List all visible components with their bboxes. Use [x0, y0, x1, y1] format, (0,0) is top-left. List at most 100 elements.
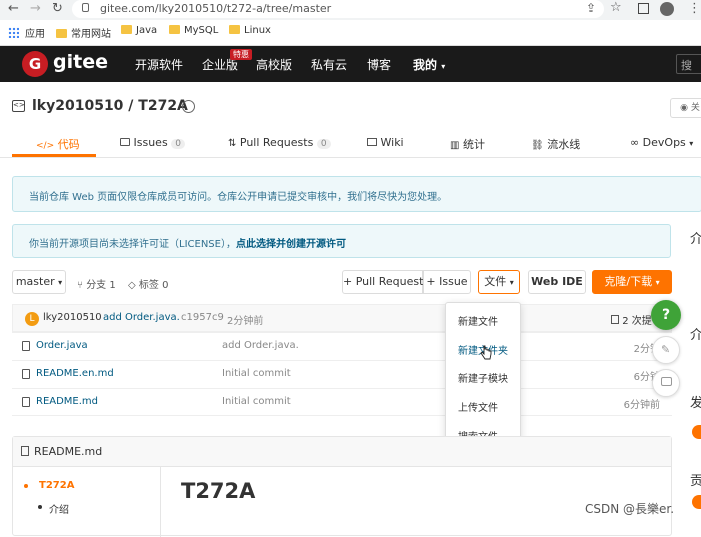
issue-label: + Issue	[426, 275, 468, 288]
table-row[interactable]: README.en.md Initial commit 6分钟	[12, 360, 672, 388]
menu-icon[interactable]: ⋮	[688, 1, 701, 16]
web-ide-label: Web IDE	[531, 275, 583, 288]
commit-time: 2分钟前	[227, 316, 264, 327]
sidebar-heading-fragment: 发	[690, 396, 701, 411]
nav-mine[interactable]: 我的 ▾	[413, 56, 445, 73]
tab-label: Pull Requests	[239, 136, 314, 149]
issue-button[interactable]: + Issue	[423, 270, 471, 294]
search-input[interactable]: 搜	[676, 54, 701, 74]
feedback-edit-button[interactable]: ✎	[652, 336, 680, 364]
tab-active-underline	[12, 154, 96, 157]
web-ide-button[interactable]: Web IDE	[528, 270, 586, 294]
eye-icon: ◉ 关	[680, 103, 700, 113]
commit-count[interactable]: 2 次提	[611, 312, 652, 327]
bookmark-java[interactable]: Java	[121, 25, 157, 36]
watermark-text: CSDN @長樂er.	[585, 502, 675, 516]
branches-link[interactable]: ⑂ 分支 1	[77, 276, 116, 291]
repo-title[interactable]: lky2010510 / T272A	[32, 98, 188, 114]
tab-issues[interactable]: Issues 0	[120, 136, 185, 149]
code-icon: </>	[36, 141, 55, 151]
sidebar-heading-fragment: 介	[690, 328, 701, 343]
share-icon[interactable]: ⇪	[586, 1, 596, 15]
tab-label: Issues	[133, 136, 168, 149]
tab-wiki[interactable]: Wiki	[367, 136, 404, 149]
tab-pipeline[interactable]: ⛓ 流水线	[531, 136, 580, 152]
clone-download-button[interactable]: 克隆/下载 ▾	[592, 270, 672, 294]
tag-icon: ◇	[128, 280, 136, 291]
nav-university[interactable]: 高校版	[256, 56, 292, 73]
nav-private-cloud[interactable]: 私有云	[311, 56, 347, 73]
file-name[interactable]: README.md	[36, 396, 98, 407]
commit-message[interactable]: add Order.java.	[103, 312, 180, 323]
nav-blog[interactable]: 博客	[367, 56, 391, 73]
tags-link[interactable]: ◇ 标签 0	[128, 276, 168, 291]
edit-icon: ✎	[661, 343, 671, 356]
nav-open-source[interactable]: 开源软件	[135, 56, 183, 73]
bookmark-mysql[interactable]: MySQL	[169, 25, 218, 36]
sidebar-dot-icon	[692, 495, 701, 509]
readme-file-icon	[21, 446, 29, 456]
watch-button[interactable]: ◉ 关	[670, 98, 701, 118]
bookmark-label: Linux	[244, 25, 271, 36]
profile-icon[interactable]	[660, 2, 674, 16]
menu-item-new-file[interactable]: 新建文件	[458, 313, 498, 328]
commit-author[interactable]: lky2010510	[43, 312, 102, 323]
tab-stats[interactable]: ▥ 统计	[450, 136, 485, 152]
branch-select[interactable]: master ▾	[12, 270, 66, 294]
tab-code[interactable]: </> 代码	[36, 136, 80, 152]
readme-header-title: README.md	[34, 445, 103, 458]
issues-icon	[120, 138, 130, 146]
lock-icon	[82, 3, 89, 12]
license-notice: 你当前开源项目尚未选择许可证（LICENSE），点此选择并创建开源许可	[12, 224, 671, 258]
promo-badge: 特惠	[230, 49, 252, 60]
tab-label: 统计	[462, 138, 485, 151]
table-row[interactable]: Order.java add Order.java. 2分钟	[12, 332, 672, 360]
gitee-logo-icon[interactable]: G	[22, 51, 48, 77]
bookmark-common-sites[interactable]: 常用网站	[56, 25, 111, 40]
file-icon	[22, 369, 30, 379]
files-dropdown-button[interactable]: 文件 ▾	[478, 270, 520, 294]
gitee-logo-text[interactable]: gitee	[53, 51, 108, 73]
tab-label: Wiki	[380, 136, 404, 149]
forward-icon[interactable]: →	[30, 1, 41, 16]
pull-request-button[interactable]: + Pull Request	[342, 270, 423, 294]
address-bar[interactable]: gitee.com/lky2010510/t272-a/tree/master	[72, 0, 604, 18]
bookmark-label: MySQL	[184, 25, 219, 36]
toc-item[interactable]: T272A	[39, 480, 74, 491]
file-commit-message[interactable]: Initial commit	[222, 368, 291, 379]
commit-count-label: 2 次提	[622, 316, 652, 327]
caret-down-icon: ▾	[689, 139, 694, 148]
file-name[interactable]: Order.java	[36, 340, 88, 351]
pipeline-icon: ⛓	[531, 140, 544, 151]
visibility-notice: 当前仓库 Web 页面仅限仓库成员可访问。仓库公开申请已提交审核中，我们将尽快为…	[12, 176, 701, 212]
avatar[interactable]: L	[25, 312, 39, 326]
tab-pull-requests[interactable]: ⇅ Pull Requests 0	[228, 136, 331, 149]
star-icon[interactable]: ☆	[610, 0, 622, 15]
count-badge: 0	[316, 139, 331, 149]
back-icon[interactable]: ←	[8, 1, 19, 16]
license-link[interactable]: 点此选择并创建开源许可	[236, 239, 346, 250]
file-name[interactable]: README.en.md	[36, 368, 114, 379]
folder-icon	[121, 25, 132, 34]
toc-item[interactable]: 介绍	[49, 501, 69, 516]
bookmark-linux[interactable]: Linux	[229, 25, 271, 36]
folder-icon	[56, 29, 67, 38]
toc-bullet-icon	[24, 484, 28, 488]
menu-item-new-submodule[interactable]: 新建子模块	[458, 370, 508, 385]
reload-icon[interactable]: ↻	[52, 1, 63, 16]
files-dropdown-menu: 新建文件 新建文件夹 新建子模块 上传文件 搜索文件	[445, 302, 521, 446]
settings-badge-icon[interactable]	[182, 100, 195, 113]
table-row[interactable]: README.md Initial commit 6分钟前	[12, 388, 672, 416]
help-button[interactable]: ?	[651, 300, 681, 330]
sidebar-icon[interactable]	[638, 3, 649, 14]
commit-hash[interactable]: c1957c9	[181, 312, 224, 323]
bookmark-apps[interactable]: 应用	[25, 25, 45, 40]
tab-devops[interactable]: ∞ DevOps ▾	[630, 136, 693, 149]
file-commit-message[interactable]: Initial commit	[222, 396, 291, 407]
menu-item-upload-file[interactable]: 上传文件	[458, 399, 498, 414]
file-commit-message[interactable]: add Order.java.	[222, 340, 299, 351]
caret-down-icon: ▾	[509, 278, 514, 287]
chat-button[interactable]	[652, 369, 680, 397]
toc-bullet-icon	[38, 505, 42, 509]
apps-grid-icon[interactable]	[8, 27, 19, 38]
